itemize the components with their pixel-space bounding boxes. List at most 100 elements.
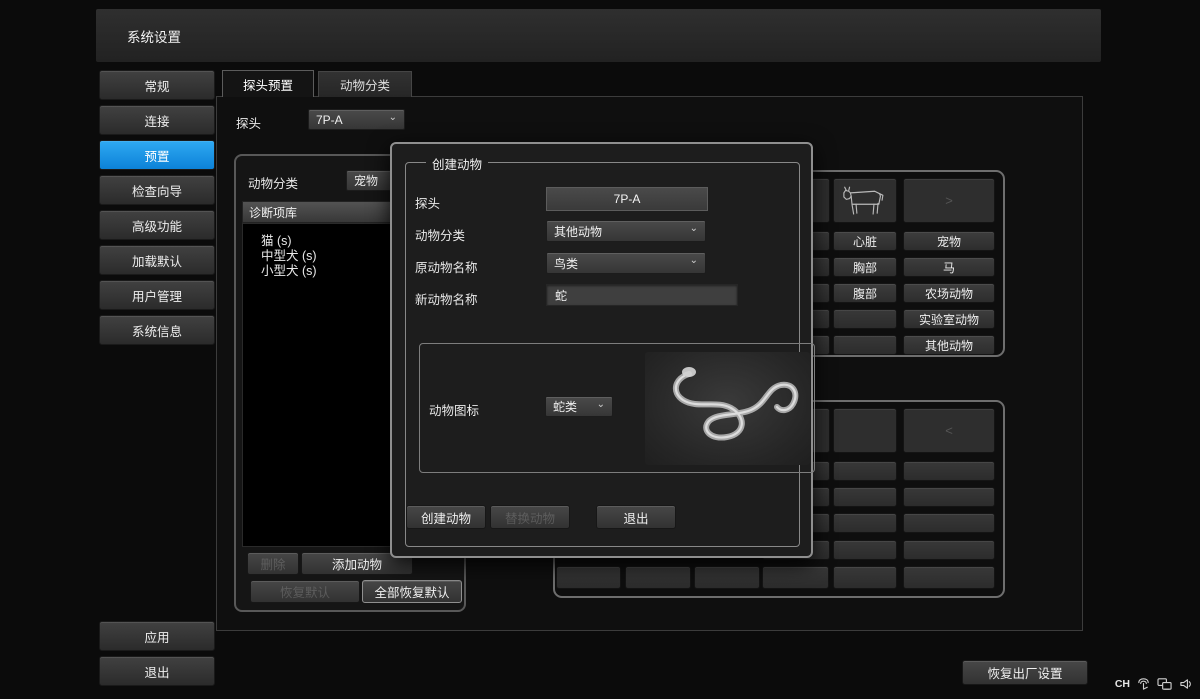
- preset-empty-button[interactable]: [903, 461, 995, 481]
- dialog-category-select[interactable]: 其他动物 ⌄: [546, 220, 706, 242]
- sidebar-label: 加载默认: [132, 251, 182, 270]
- create-animal-groupbox: 创建动物 探头 7P-A 动物分类 其他动物 ⌄ 原动物名称 鸟类 ⌄ 新动物名…: [405, 162, 800, 547]
- probe-label: 探头: [236, 113, 261, 132]
- dialog-new-name-label: 新动物名称: [415, 289, 478, 308]
- delete-label: 删除: [260, 554, 285, 573]
- farm-animal-icon-button[interactable]: [833, 178, 897, 223]
- preset-empty-button[interactable]: [556, 566, 621, 589]
- category-label: 动物分类: [248, 173, 298, 192]
- chevron-down-icon: ⌄: [690, 256, 698, 266]
- snake-image: [645, 352, 810, 465]
- dialog-probe-text: 7P-A: [614, 192, 641, 206]
- dialog-new-name-value: 蛇: [555, 287, 567, 304]
- animal-icon-select[interactable]: 蛇类 ⌄: [545, 396, 613, 417]
- dialog-category-value: 其他动物: [554, 223, 602, 240]
- sidebar-item-exam-wizard[interactable]: 检查向导: [99, 175, 215, 205]
- dialog-title: 创建动物: [426, 154, 488, 173]
- dialog-probe-label: 探头: [415, 193, 440, 212]
- preset-empty-button[interactable]: [762, 566, 829, 589]
- preset-empty-button[interactable]: [833, 461, 897, 481]
- preset-empty-button[interactable]: [903, 566, 995, 589]
- tab-label: 探头预置: [243, 75, 293, 94]
- sidebar-item-user-mgmt[interactable]: 用户管理: [99, 280, 215, 310]
- group-horse-button[interactable]: 马: [903, 257, 995, 277]
- group-label: 宠物: [937, 233, 961, 250]
- category-page-next-button[interactable]: >: [903, 178, 995, 223]
- sidebar-label: 连接: [144, 111, 169, 130]
- preset-empty-button[interactable]: [833, 513, 897, 533]
- preset-empty-button[interactable]: [833, 540, 897, 560]
- dialog-exit-button[interactable]: 退出: [596, 505, 676, 529]
- restore-label: 恢复默认: [280, 582, 330, 601]
- animal-icon-preview: [645, 352, 810, 465]
- group-label: 马: [943, 259, 955, 276]
- sidebar-label: 预置: [144, 146, 169, 165]
- system-settings-screen: 系统设置 常规 连接 预置 检查向导 高级功能 加载默认 用户管理 系统信息 应…: [0, 0, 1200, 699]
- preset-empty-button[interactable]: [833, 566, 897, 589]
- list-item[interactable]: 小型犬 (s): [261, 260, 317, 279]
- tab-label: 动物分类: [340, 75, 390, 94]
- dialog-replace-label: 替换动物: [505, 508, 555, 527]
- create-animal-dialog: 创建动物 探头 7P-A 动物分类 其他动物 ⌄ 原动物名称 鸟类 ⌄ 新动物名…: [390, 142, 813, 558]
- restore-all-default-button[interactable]: 全部恢复默认: [362, 580, 462, 603]
- sidebar-item-connection[interactable]: 连接: [99, 105, 215, 135]
- exam-empty-button[interactable]: [833, 335, 897, 355]
- apply-button[interactable]: 应用: [99, 621, 215, 651]
- chevron-right-icon: >: [945, 193, 953, 208]
- page-title: 系统设置: [127, 26, 181, 46]
- dialog-create-label: 创建动物: [421, 508, 471, 527]
- probe-select[interactable]: 7P-A ⌄: [308, 109, 405, 130]
- exam-empty-button[interactable]: [833, 309, 897, 329]
- exam-heart-button[interactable]: 心脏: [833, 231, 897, 251]
- exam-abdomen-button[interactable]: 腹部: [833, 283, 897, 303]
- preset-empty-button[interactable]: [903, 487, 995, 507]
- animal-icon-label: 动物图标: [429, 400, 479, 419]
- group-label: 农场动物: [925, 285, 973, 302]
- preset-empty-button[interactable]: [625, 566, 691, 589]
- sidebar-item-system-info[interactable]: 系统信息: [99, 315, 215, 345]
- sidebar-item-general[interactable]: 常规: [99, 70, 215, 100]
- group-label: 实验室动物: [919, 311, 979, 328]
- sidebar-label: 用户管理: [132, 286, 182, 305]
- group-pets-button[interactable]: 宠物: [903, 231, 995, 251]
- preset-empty-button[interactable]: [903, 513, 995, 533]
- factory-reset-button[interactable]: 恢复出厂设置: [962, 660, 1088, 685]
- add-label: 添加动物: [332, 554, 382, 573]
- factory-reset-label: 恢复出厂设置: [987, 663, 1062, 682]
- group-lab-animal-button[interactable]: 实验室动物: [903, 309, 995, 329]
- exam-label: 胸部: [853, 259, 877, 276]
- sidebar-label: 系统信息: [132, 321, 182, 340]
- sidebar-item-advanced[interactable]: 高级功能: [99, 210, 215, 240]
- exit-button[interactable]: 退出: [99, 656, 215, 686]
- group-other-animal-button[interactable]: 其他动物: [903, 335, 995, 355]
- touch-icon: [1136, 677, 1151, 691]
- exam-chest-button[interactable]: 胸部: [833, 257, 897, 277]
- exam-label: 心脏: [853, 233, 877, 250]
- preset-empty-button[interactable]: [694, 566, 760, 589]
- dialog-probe-value: 7P-A: [546, 187, 708, 211]
- dialog-new-name-input[interactable]: 蛇: [546, 284, 738, 306]
- sidebar-item-preset[interactable]: 预置: [99, 140, 215, 170]
- dialog-exit-label: 退出: [623, 508, 648, 527]
- tab-probe-preset[interactable]: 探头预置: [222, 70, 314, 97]
- tab-animal-category[interactable]: 动物分类: [318, 71, 412, 97]
- animal-icon-value: 蛇类: [553, 398, 577, 415]
- delete-animal-button: 删除: [247, 552, 299, 575]
- dialog-orig-name-label: 原动物名称: [415, 257, 478, 276]
- sidebar-label: 常规: [144, 76, 169, 95]
- restore-all-label: 全部恢复默认: [374, 582, 449, 601]
- cow-icon: [839, 183, 891, 219]
- language-indicator[interactable]: CH: [1115, 678, 1130, 690]
- dual-display-icon: [1157, 677, 1173, 691]
- list-header-label: 诊断项库: [249, 204, 297, 221]
- dialog-create-button[interactable]: 创建动物: [406, 505, 486, 529]
- preset-empty-button[interactable]: [903, 540, 995, 560]
- dialog-orig-name-select[interactable]: 鸟类 ⌄: [546, 252, 706, 274]
- preset-page-prev-button[interactable]: <: [903, 408, 995, 453]
- sidebar-item-load-default[interactable]: 加载默认: [99, 245, 215, 275]
- chevron-down-icon: ⌄: [597, 400, 605, 410]
- group-farm-animal-button[interactable]: 农场动物: [903, 283, 995, 303]
- preset-empty-button[interactable]: [833, 487, 897, 507]
- preset-icon-button[interactable]: [833, 408, 897, 453]
- category-select-value: 宠物: [354, 172, 378, 189]
